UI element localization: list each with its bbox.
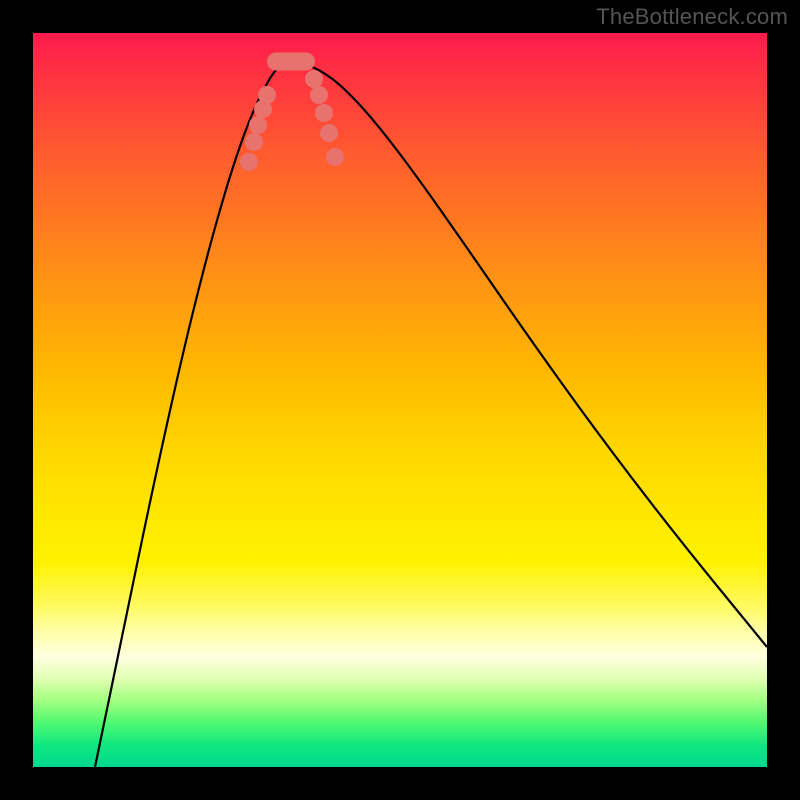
curve-marker bbox=[249, 116, 267, 134]
chart-svg bbox=[33, 33, 767, 767]
curve-marker bbox=[258, 86, 276, 104]
curve-marker bbox=[245, 133, 263, 151]
curve-marker bbox=[310, 86, 328, 104]
marker-bottom-pill bbox=[267, 53, 315, 71]
curve-bottom-pill bbox=[267, 53, 315, 71]
watermark-text: TheBottleneck.com bbox=[596, 4, 788, 30]
curve-marker bbox=[240, 153, 258, 171]
curve-marker bbox=[305, 70, 323, 88]
curve-marker bbox=[315, 104, 333, 122]
curve-marker bbox=[320, 124, 338, 142]
curve-marker bbox=[326, 148, 344, 166]
chart-area bbox=[33, 33, 767, 767]
bottleneck-curve bbox=[95, 61, 767, 767]
